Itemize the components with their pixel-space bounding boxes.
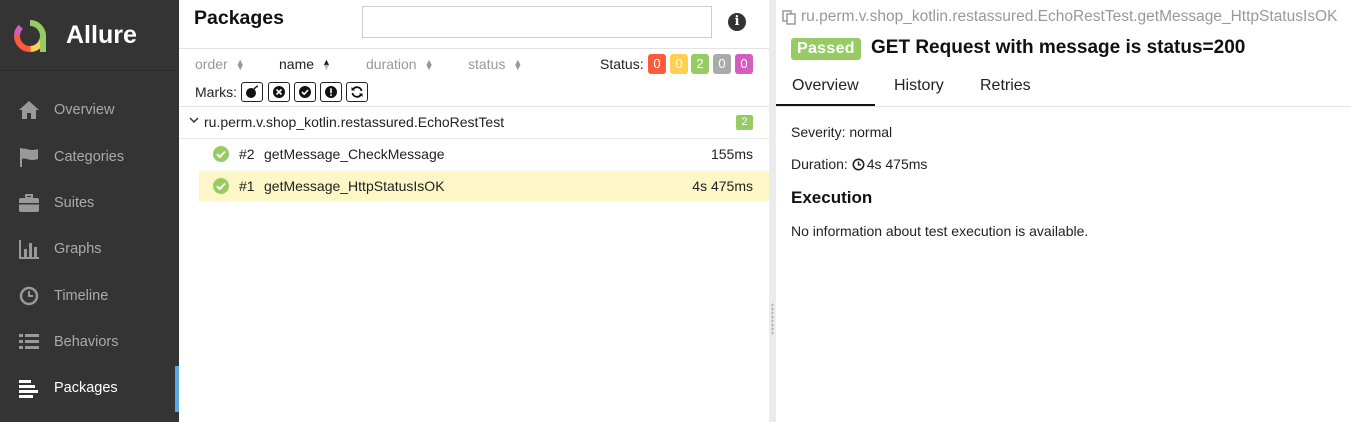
sidebar-item-label: Suites [54,195,95,211]
test-number: #1 [239,178,255,194]
breadcrumb-text: ru.perm.v.shop_kotlin.restassured.EchoRe… [801,8,1338,25]
sidebar-item-behaviors[interactable]: Behaviors [0,320,179,364]
duration-value: 4s 475ms [866,156,928,172]
sidebar-item-label: Packages [54,380,118,396]
tab-history[interactable]: History [894,77,944,95]
sort-status[interactable]: status ▲ ▼ [468,56,522,72]
divider [776,106,1351,107]
sort-icon: ▲ ▼ [513,57,523,73]
test-number: #2 [239,146,255,162]
tab-overview[interactable]: Overview [776,77,875,106]
test-duration: 155ms [710,146,753,162]
allure-logo-icon [14,20,46,52]
test-name: getMessage_CheckMessage [264,146,445,162]
sort-order[interactable]: order ▲ ▼ [195,56,245,72]
sort-duration[interactable]: duration ▲ ▼ [366,56,434,72]
mark-new-failed-button[interactable] [268,82,290,102]
status-filter-skipped[interactable]: 0 [713,54,731,74]
status-filter-label: Status: [600,56,644,72]
duration-field: Duration: 4s 475ms [791,156,927,172]
mark-new-passed-button[interactable] [294,82,316,102]
status-filter-failed[interactable]: 0 [648,54,666,74]
package-name: ru.perm.v.shop_kotlin.restassured.EchoRe… [204,114,505,130]
sidebar: Allure Overview Categories Suites Graphs… [0,0,179,422]
sidebar-item-label: Overview [54,102,115,118]
briefcase-icon [19,194,39,212]
sidebar-item-categories[interactable]: Categories [0,135,179,179]
package-group[interactable]: ru.perm.v.shop_kotlin.restassured.EchoRe… [179,107,769,139]
allure-report: Allure Overview Categories Suites Graphs… [0,0,1351,422]
sort-asc-icon: ▲ ▼ [322,57,331,73]
packages-panel: Packages i order ▲ ▼ name ▲ ▼ duration ▲ ▼ sta… [179,0,769,422]
status-filter-passed[interactable]: 2 [691,54,709,74]
execution-info: No information about test execution is a… [791,223,1089,239]
test-title: GET Request with message is status=200 [871,37,1246,58]
tab-retries[interactable]: Retries [980,77,1031,95]
logo[interactable]: Allure [0,0,179,71]
sidebar-item-label: Timeline [54,288,109,304]
chevron-down-icon [189,117,199,124]
sort-icon: ▲ ▼ [424,57,434,73]
sidebar-item-timeline[interactable]: Timeline [0,274,179,318]
align-left-icon [19,380,38,398]
status-filter-unknown[interactable]: 0 [735,54,753,74]
sidebar-item-label: Behaviors [54,334,119,350]
exclamation-circle-icon [325,86,337,98]
refresh-icon [351,86,363,98]
clock-icon [852,158,865,171]
mark-retries-button[interactable] [346,82,368,102]
test-detail-panel: ru.perm.v.shop_kotlin.restassured.EchoRe… [776,0,1351,422]
drag-handle-icon [771,303,774,335]
package-count-badge: 2 [736,115,753,130]
home-icon [19,101,39,119]
divider [179,48,769,49]
copy-icon [782,10,796,25]
status-filter-broken[interactable]: 0 [670,54,688,74]
section-title-execution: Execution [791,188,873,207]
sidebar-item-suites[interactable]: Suites [0,181,179,225]
times-circle-icon [273,86,285,98]
flag-icon [20,148,38,167]
sort-label: duration [366,56,417,72]
duration-label: Duration: [791,156,848,172]
sidebar-item-label: Categories [54,149,125,165]
sidebar-item-packages[interactable]: Packages [0,366,179,412]
marks-label: Marks: [195,84,237,100]
test-row-selected[interactable]: #1 getMessage_HttpStatusIsOK 4s 475ms [199,171,769,201]
sidebar-item-label: Graphs [54,241,102,257]
bomb-icon [246,85,258,98]
mark-new-broken-button[interactable] [320,82,342,102]
check-circle-icon [299,86,311,98]
test-duration: 4s 475ms [692,178,753,194]
sort-icon: ▲ ▼ [235,57,245,73]
clock-icon [19,286,39,306]
status-passed-icon [213,146,229,162]
sort-name[interactable]: name ▲ ▼ [279,56,331,72]
sort-label: order [195,56,228,72]
sort-label: name [279,56,315,72]
sort-label: status [468,56,506,72]
bar-chart-icon [19,240,39,259]
search-input[interactable] [362,6,712,38]
mark-flaky-button[interactable] [241,82,263,102]
sidebar-item-overview[interactable]: Overview [0,88,179,132]
list-icon [19,334,39,349]
status-passed-icon [213,178,229,194]
app-name: Allure [66,21,137,49]
sidebar-item-graphs[interactable]: Graphs [0,227,179,271]
pane-splitter[interactable] [769,0,776,422]
test-name: getMessage_HttpStatusIsOK [264,178,445,194]
severity-field: Severity: normal [791,124,893,140]
page-title: Packages [194,7,284,29]
test-row[interactable]: #2 getMessage_CheckMessage 155ms [199,139,769,169]
info-icon[interactable]: i [728,13,746,31]
status-badge: Passed [791,38,861,60]
